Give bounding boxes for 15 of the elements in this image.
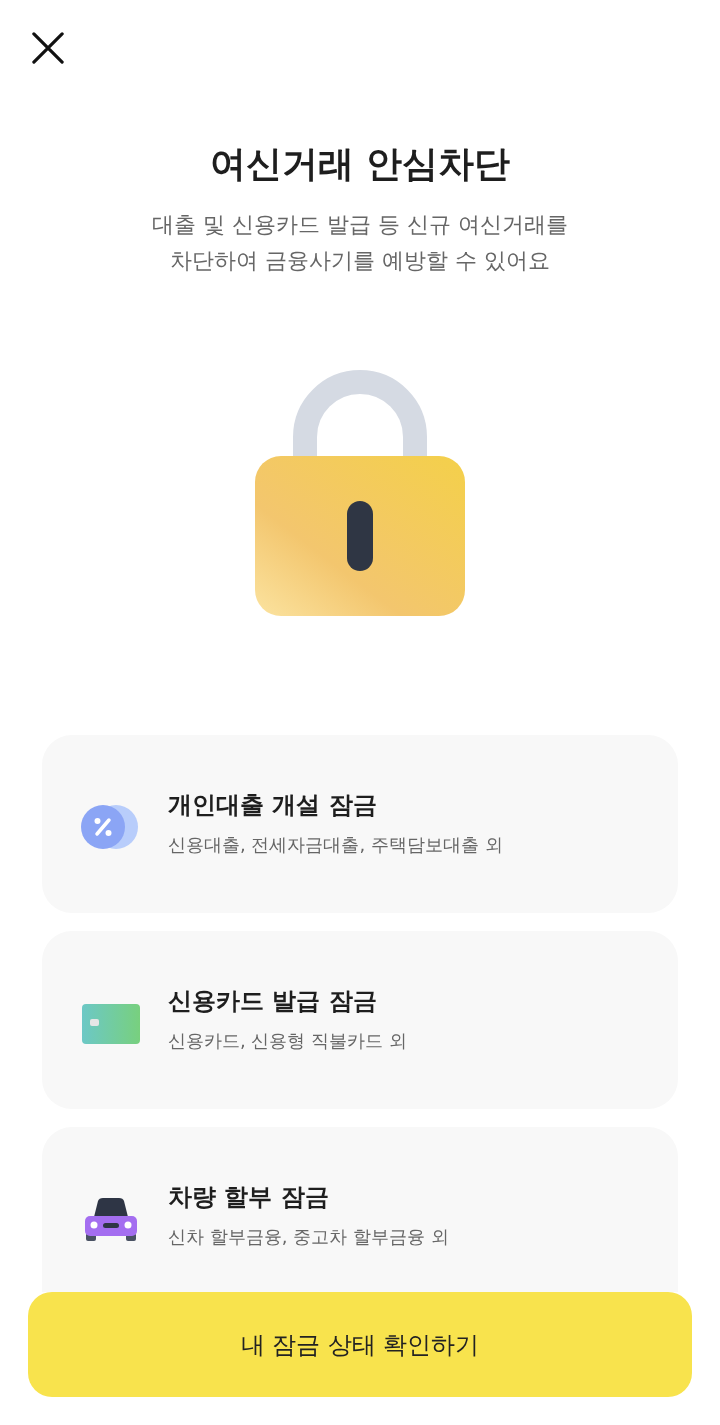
lock-option-card[interactable]: 신용카드 발급 잠금 신용카드, 신용형 직불카드 외 (42, 931, 678, 1110)
subtitle-line: 차단하여 금융사기를 예방할 수 있어요 (169, 247, 551, 276)
option-description: 신용카드, 신용형 직불카드 외 (168, 1029, 407, 1054)
option-title: 신용카드 발급 잠금 (168, 986, 378, 1018)
option-title: 개인대출 개설 잠금 (168, 790, 378, 822)
option-description: 신차 할부금융, 중고차 할부금융 외 (168, 1225, 449, 1250)
option-title: 차량 할부 잠금 (168, 1182, 330, 1214)
subtitle-line: 대출 및 신용카드 발급 등 신규 여신거래를 (151, 211, 569, 240)
lock-option-card[interactable]: 차량 할부 잠금 신차 할부금융, 중고차 할부금융 외 (42, 1127, 678, 1292)
page-title: 여신거래 안심차단 (208, 142, 512, 186)
check-status-button[interactable]: 내 잠금 상태 확인하기 (28, 1292, 692, 1397)
padlock-icon (255, 369, 465, 618)
option-description: 신용대출, 전세자금대출, 주택담보대출 외 (168, 833, 503, 858)
close-icon[interactable] (32, 32, 64, 64)
lock-option-card[interactable]: 개인대출 개설 잠금 신용대출, 전세자금대출, 주택담보대출 외 (42, 735, 678, 914)
